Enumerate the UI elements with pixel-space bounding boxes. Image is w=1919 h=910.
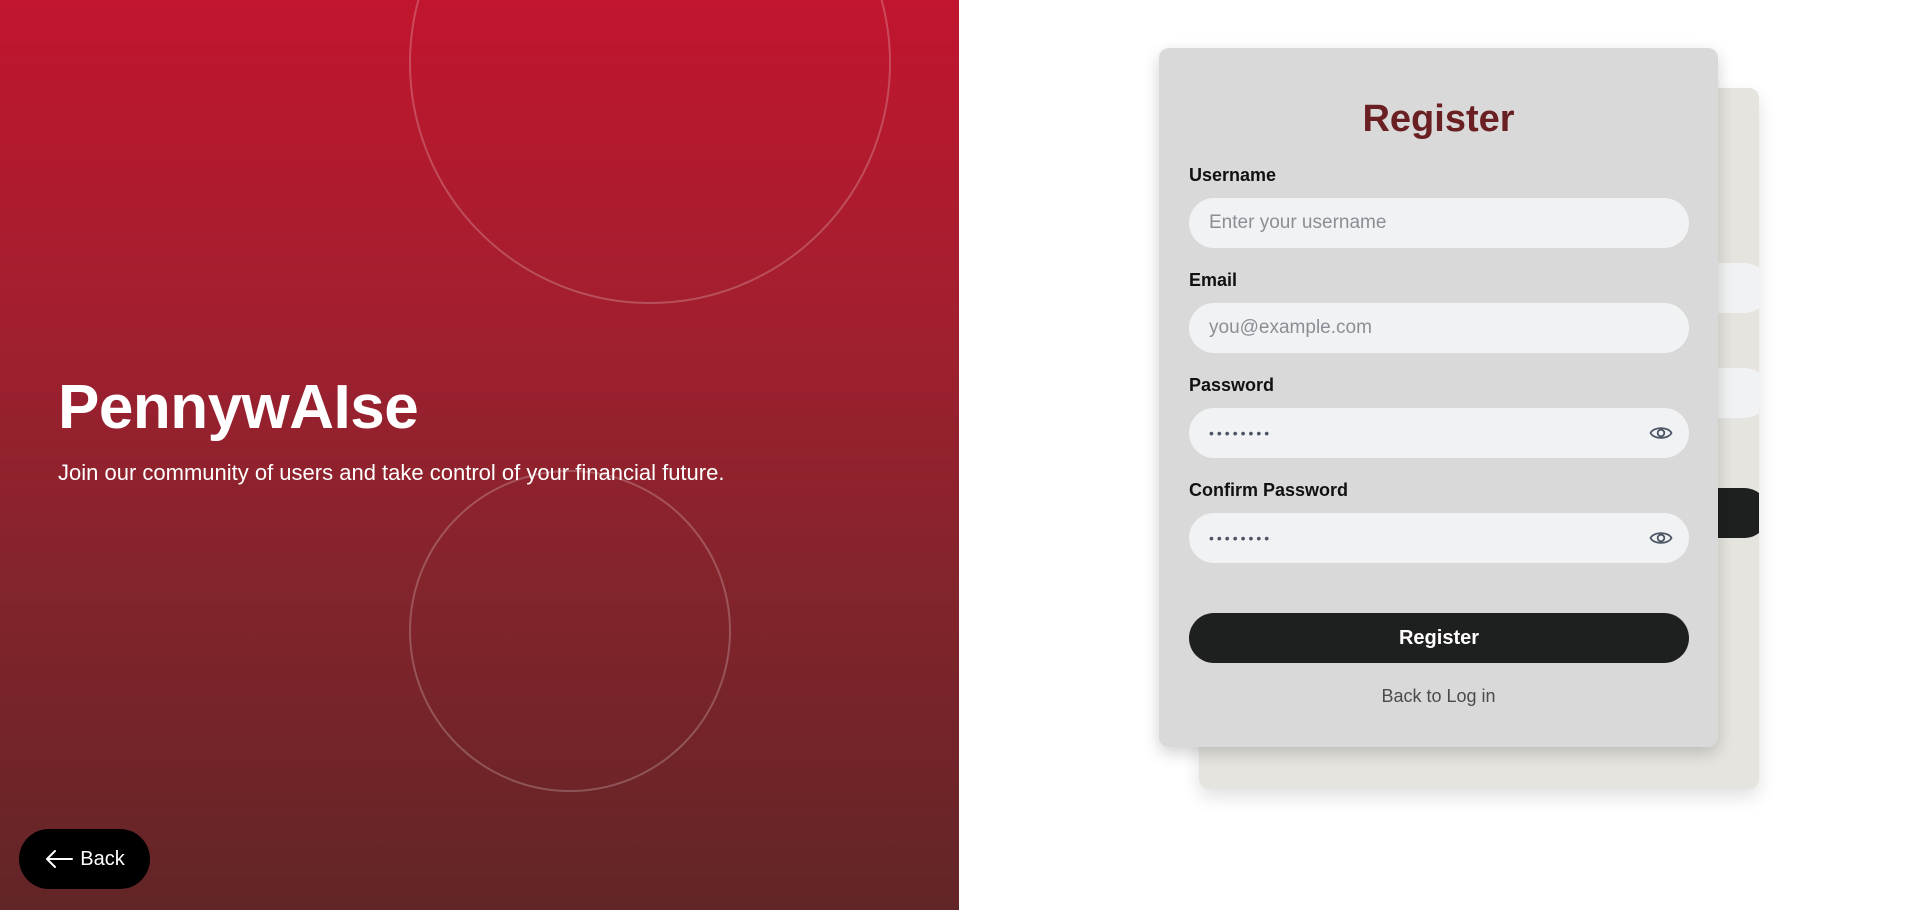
- password-field: ••••••••: [1189, 408, 1689, 458]
- arrow-left-icon: [44, 849, 74, 869]
- password-label: Password: [1189, 375, 1275, 395]
- back-button[interactable]: Back: [19, 829, 150, 889]
- hero-tagline: Join our community of users and take con…: [58, 460, 725, 485]
- hero-panel: PennywAIse Join our community of users a…: [0, 0, 959, 910]
- password-masked-value: ••••••••: [1209, 425, 1273, 441]
- register-card: Register Username Email Password •••••••…: [1159, 48, 1718, 747]
- decorative-circle: [409, 470, 731, 792]
- back-to-login-link[interactable]: Back to Log in: [1159, 686, 1718, 707]
- username-label: Username: [1189, 165, 1277, 185]
- confirm-password-masked-value: ••••••••: [1209, 530, 1273, 546]
- eye-icon[interactable]: [1649, 422, 1673, 444]
- register-title: Register: [1362, 98, 1515, 140]
- decorative-circle: [409, 0, 891, 304]
- confirm-password-label: Confirm Password: [1189, 480, 1349, 500]
- email-input[interactable]: [1189, 303, 1689, 353]
- email-label: Email: [1189, 270, 1238, 290]
- confirm-password-field: ••••••••: [1189, 513, 1689, 563]
- back-button-label: Back: [80, 847, 125, 870]
- eye-icon[interactable]: [1649, 527, 1673, 549]
- username-input[interactable]: [1189, 198, 1689, 248]
- brand-title: PennywAIse: [58, 373, 419, 442]
- register-button[interactable]: Register: [1189, 613, 1689, 663]
